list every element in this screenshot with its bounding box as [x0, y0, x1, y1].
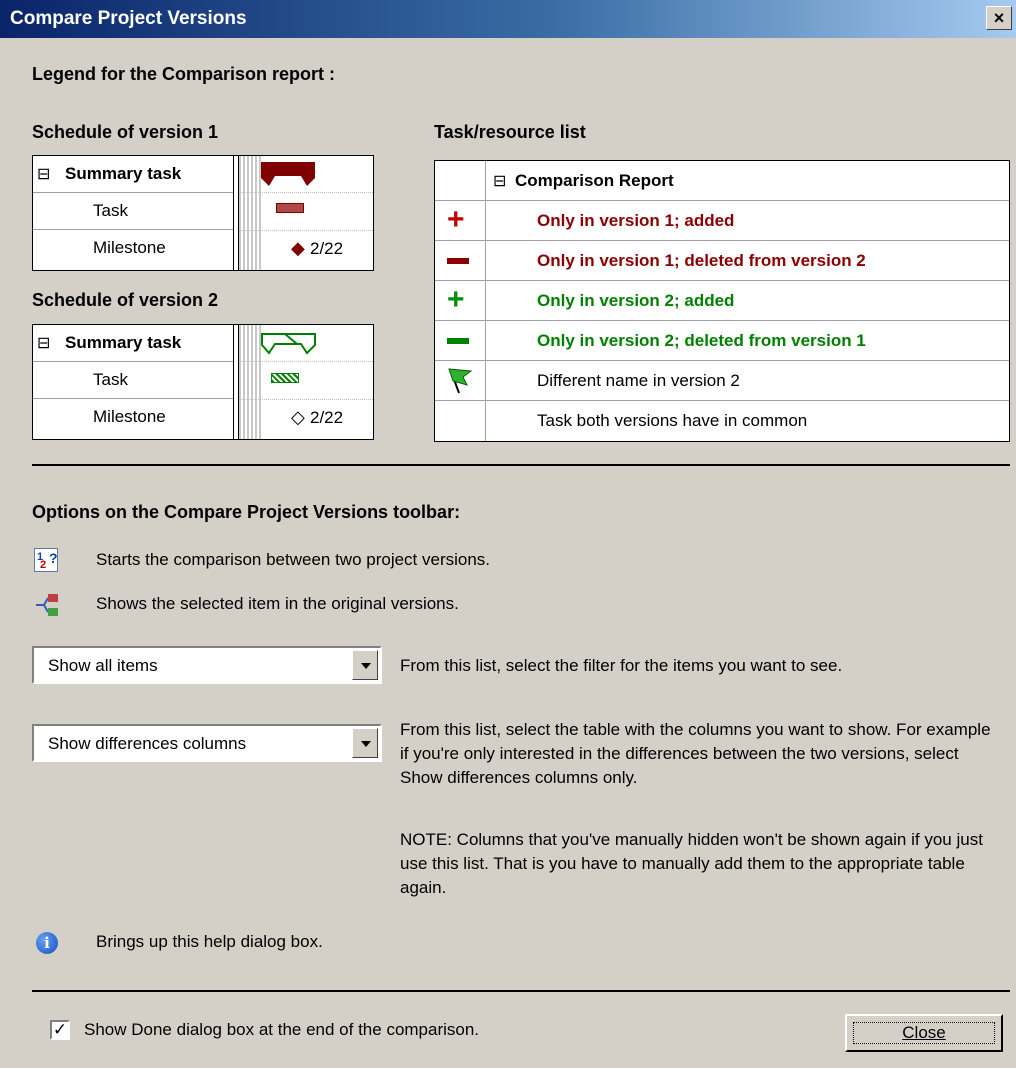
milestone-date-v1: 2/22	[310, 239, 344, 258]
close-button[interactable]: Close	[845, 1014, 1003, 1052]
milestone-diamond-v1: ◆	[291, 238, 305, 258]
collapse-icon[interactable]: ⊟	[37, 333, 50, 353]
chevron-down-icon[interactable]	[352, 728, 378, 758]
divider	[32, 990, 1010, 992]
row-text: Only in version 1; deleted from version …	[537, 251, 866, 270]
summary-bar-v2	[261, 333, 316, 355]
list-item: + Only in version 1; added	[435, 201, 1009, 241]
green-plus-icon: +	[447, 283, 465, 316]
tasklist-heading: Task/resource list	[434, 122, 586, 142]
task-bar-v2	[271, 373, 299, 383]
list-item: Different name in version 2	[435, 361, 1009, 401]
tasklist-panel: ⊟ Comparison Report + Only in version 1;…	[434, 160, 1010, 442]
milestone-label: Milestone	[93, 238, 166, 257]
divider	[32, 464, 1010, 466]
summary-bar-v1	[261, 162, 315, 186]
filter-select[interactable]: Show all items	[32, 646, 382, 684]
gantt-gridline	[239, 361, 373, 362]
gantt-gridline	[239, 192, 373, 193]
schedule2-panel: ⊟ Summary task Task Milestone ◇ 2/22	[32, 324, 374, 440]
collapse-icon[interactable]: ⊟	[37, 164, 50, 184]
milestone-date-v2: 2/22	[310, 408, 344, 427]
milestone-label: Milestone	[93, 407, 166, 426]
show-done-checkbox[interactable]: ✓	[50, 1020, 70, 1040]
title-bar: Compare Project Versions ×	[0, 0, 1016, 38]
schedule2-milestone-row: Milestone	[33, 399, 233, 436]
task-label: Task	[93, 370, 128, 389]
schedule1-task-row: Task	[33, 193, 233, 230]
red-minus-icon	[447, 258, 469, 264]
schedule2-task-row: Task	[33, 362, 233, 399]
schedule1-milestone-row: Milestone	[33, 230, 233, 267]
close-button-label: Close	[902, 1023, 946, 1042]
compare-description: Starts the comparison between two projec…	[96, 550, 491, 569]
nonworking-shading	[239, 156, 261, 270]
schedule1-panel: ⊟ Summary task Task Milestone ◆ 2/22	[32, 155, 374, 271]
columns-value: Show differences columns	[48, 734, 247, 753]
schedule2-summary-row: ⊟ Summary task	[33, 325, 233, 362]
schedule1-summary-row: ⊟ Summary task	[33, 156, 233, 193]
summary-task-label: Summary task	[65, 164, 182, 183]
list-item: Only in version 2; deleted from version …	[435, 321, 1009, 361]
schedule1-heading: Schedule of version 1	[32, 122, 219, 142]
summary-task-label: Summary task	[65, 333, 182, 352]
columns-select[interactable]: Show differences columns	[32, 724, 382, 762]
columns-description: From this list, select the table with th…	[400, 720, 991, 787]
row-text: Only in version 2; added	[537, 291, 735, 310]
task-label: Task	[93, 201, 128, 220]
collapse-icon[interactable]: ⊟	[493, 171, 506, 191]
report-header-row: ⊟ Comparison Report	[435, 161, 1009, 201]
row-text: Task both versions have in common	[537, 411, 808, 430]
columns-note: NOTE: Columns that you've manually hidde…	[400, 830, 983, 897]
show-done-label[interactable]: Show Done dialog box at the end of the c…	[84, 1018, 479, 1042]
list-item: + Only in version 2; added	[435, 281, 1009, 321]
info-icon: i	[36, 932, 58, 954]
filter-value: Show all items	[48, 656, 158, 675]
window-title: Compare Project Versions	[10, 8, 247, 29]
schedule2-heading: Schedule of version 2	[32, 290, 219, 310]
task-bar-v1	[276, 203, 304, 213]
gantt-gridline	[239, 230, 373, 231]
options-heading: Options on the Compare Project Versions …	[32, 502, 461, 522]
nonworking-shading	[239, 325, 261, 439]
close-window-button[interactable]: ×	[986, 6, 1012, 30]
goto-item-icon	[36, 594, 58, 616]
row-text: Different name in version 2	[537, 371, 740, 390]
green-minus-icon	[447, 338, 469, 344]
list-item: Task both versions have in common	[435, 401, 1009, 441]
chevron-down-icon[interactable]	[352, 650, 378, 680]
list-item: Only in version 1; deleted from version …	[435, 241, 1009, 281]
legend-heading: Legend for the Comparison report :	[32, 64, 336, 84]
report-title: Comparison Report	[515, 171, 674, 190]
row-text: Only in version 2; deleted from version …	[537, 331, 866, 350]
filter-description: From this list, select the filter for th…	[400, 656, 843, 675]
goto-description: Shows the selected item in the original …	[96, 594, 459, 613]
gantt-gridline	[239, 399, 373, 400]
red-plus-icon: +	[447, 203, 465, 236]
compare-icon: 1 2?	[34, 548, 58, 572]
milestone-diamond-v2: ◇	[291, 407, 305, 427]
help-description: Brings up this help dialog box.	[96, 932, 323, 951]
row-text: Only in version 1; added	[537, 211, 735, 230]
green-flag-icon	[448, 368, 473, 394]
